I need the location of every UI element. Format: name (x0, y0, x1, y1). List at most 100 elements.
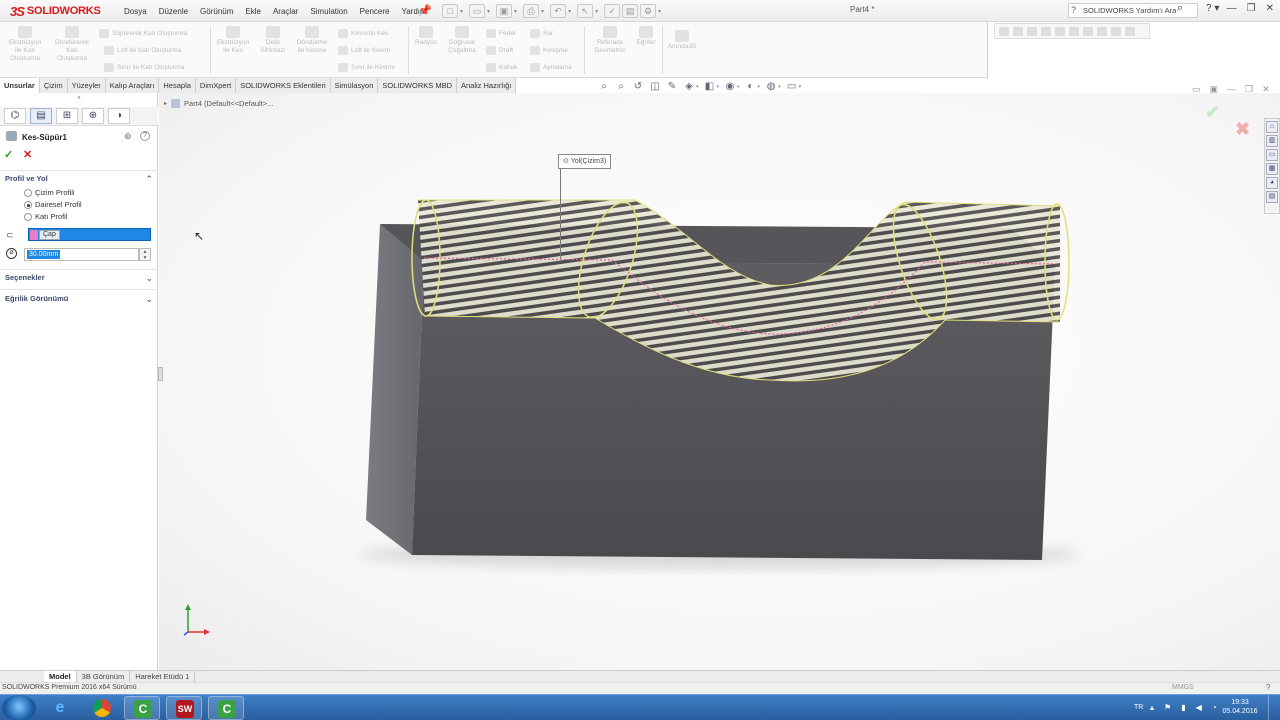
3d-model-view[interactable] (159, 93, 1280, 670)
menu-view[interactable]: Görünüm (194, 7, 239, 16)
view-settings-icon[interactable]: ▭ (786, 81, 798, 92)
draft-button[interactable]: Draft (486, 46, 513, 55)
feature-manager-tab-icon[interactable]: ⌬ (4, 108, 26, 124)
view-settings-dropdown-icon[interactable]: ▾ (799, 84, 802, 90)
revolve-boss-button[interactable]: Döndürerek Katı Oluşturma (50, 26, 94, 63)
network-icon[interactable]: ▮ (1181, 703, 1185, 712)
tab-model[interactable]: Model (44, 671, 77, 682)
ok-check-icon[interactable]: ✓ (4, 148, 13, 161)
section-view-icon[interactable]: ◫ (649, 81, 661, 92)
menu-tools[interactable]: Araçlar (267, 7, 304, 16)
tab-simulation[interactable]: Simülasyon (330, 78, 379, 93)
extrude-boss-button[interactable]: Ekstrüzyon ile Katı Oluşturma (4, 26, 46, 63)
search-icon[interactable]: ⌕ (1177, 2, 1183, 15)
diameter-spinner[interactable]: ▲ ▼ (139, 248, 151, 261)
feature-tree-breadcrumb[interactable]: ▸ Part4 (Default<<Default>... (164, 99, 273, 108)
open-dropdown-icon[interactable]: ▾ (487, 8, 490, 15)
scene-dropdown-icon[interactable]: ▾ (778, 84, 781, 90)
group-options[interactable]: Seçenekler ⌄ (5, 271, 155, 285)
rebuild-icon[interactable]: ✓ (604, 4, 621, 18)
mirror-button[interactable]: Aynalama (530, 63, 572, 72)
boundary-cut-button[interactable]: Sınır ile Kesme (338, 63, 395, 72)
units-indicator[interactable]: MMGS (1172, 684, 1194, 691)
undo-dropdown-icon[interactable]: ▾ (568, 8, 571, 15)
camtasia-taskbar-button[interactable]: C (124, 696, 160, 720)
menu-file[interactable]: Dosya (118, 7, 153, 16)
tool-icon[interactable] (1013, 26, 1023, 36)
cancel-x-icon[interactable]: ✕ (23, 148, 32, 161)
open-icon[interactable]: ▭ (469, 4, 486, 18)
fillet-button[interactable]: Radyüs (412, 26, 440, 47)
wrap-button[interactable]: Sar (530, 29, 553, 38)
dynamic-annotation-icon[interactable]: ✎ (666, 81, 678, 92)
tab-sketch[interactable]: Çizim (39, 78, 68, 93)
hole-wizard-button[interactable]: Delik Sihirbazı (255, 26, 291, 55)
undo-icon[interactable]: ↶ (550, 4, 567, 18)
status-help-icon[interactable]: ? (1266, 683, 1270, 692)
tool-icon[interactable] (1111, 26, 1121, 36)
hide-show-dropdown-icon[interactable]: ▾ (737, 84, 740, 90)
hide-show-items-icon[interactable]: ◉ (724, 81, 736, 92)
new-dropdown-icon[interactable]: ▾ (460, 8, 463, 15)
view-orientation-icon[interactable]: ◈ (683, 81, 695, 92)
options-gear-icon[interactable]: ⚙ (640, 4, 657, 18)
tool-icon[interactable] (1125, 26, 1135, 36)
show-desktop-button[interactable] (1268, 695, 1280, 720)
start-button-icon[interactable] (2, 695, 36, 720)
options-dropdown-icon[interactable]: ▾ (658, 8, 661, 15)
tab-dimxpert[interactable]: DimXpert (195, 78, 237, 93)
reference-geometry-button[interactable]: Referans Geometrisi (588, 26, 632, 55)
show-hidden-icons-icon[interactable]: ▴ (1150, 703, 1154, 712)
solidworks-taskbar-button[interactable]: SW (166, 696, 202, 720)
display-style-dropdown-icon[interactable]: ▾ (717, 84, 720, 90)
dimxpert-manager-tab-icon[interactable]: ⊕ (82, 108, 104, 124)
menu-edit[interactable]: Düzenle (153, 7, 194, 16)
tool-icon[interactable] (1055, 26, 1065, 36)
path-callout[interactable]: ⊙ Yol(Çizim3) (558, 154, 612, 169)
property-manager-tab-icon[interactable]: ▤ (30, 108, 52, 124)
tool-icon[interactable] (1069, 26, 1079, 36)
panel-splitter[interactable]: ● (0, 95, 158, 105)
confirmation-ok-icon[interactable]: ✔ (1205, 102, 1220, 123)
viewport-tile-icon[interactable]: ▣ (1210, 84, 1219, 95)
instant3d-button[interactable]: Anında3B (665, 30, 699, 51)
tab-addins[interactable]: SOLIDWORKS Eklentileri (236, 78, 331, 93)
pin-menu-icon[interactable]: 📌 (418, 4, 432, 17)
update-icon[interactable]: ◔ (1212, 703, 1217, 712)
restore-button[interactable]: ❐ (1247, 3, 1256, 14)
custom-properties-icon[interactable]: ▤ (1266, 191, 1278, 203)
swept-cut-button[interactable]: Kırınımlı Kes (338, 29, 388, 38)
menu-simulation[interactable]: Simulation (304, 7, 353, 16)
display-manager-tab-icon[interactable]: ◑ (108, 108, 130, 124)
help-icon[interactable]: ? ▾ (1206, 3, 1219, 14)
rib-button[interactable]: Feder (486, 29, 516, 38)
confirmation-cancel-icon[interactable]: ✖ (1235, 119, 1250, 140)
solidworks-logo[interactable]: 3S SOLIDWORKS (10, 2, 101, 20)
viewport-minimize-icon[interactable]: — (1227, 84, 1236, 95)
volume-icon[interactable]: ◀ (1196, 703, 1202, 712)
radio-solid-profile[interactable]: Katı Profil (24, 212, 68, 221)
viewport-close-icon[interactable]: ✕ (1262, 84, 1270, 95)
new-document-icon[interactable]: □ (442, 4, 458, 18)
diameter-input[interactable]: 30.00mm (24, 248, 139, 261)
viewport-collapse-icon[interactable]: ▭ (1192, 84, 1201, 95)
print-dropdown-icon[interactable]: ▾ (541, 8, 544, 15)
intersect-button[interactable]: Kesişme (530, 46, 568, 55)
display-style-icon[interactable]: ◧ (704, 81, 716, 92)
tab-3d-views[interactable]: 3B Görünüm (77, 671, 131, 682)
view-orientation-dropdown-icon[interactable]: ▾ (696, 84, 699, 90)
appearance-dropdown-icon[interactable]: ▾ (758, 84, 761, 90)
help-circle-icon[interactable]: ? (140, 131, 150, 141)
file-explorer-icon[interactable]: ▭ (1266, 149, 1278, 161)
print-icon[interactable]: ⎙ (523, 4, 540, 18)
tab-evaluate[interactable]: Hesapla (159, 78, 196, 93)
select-dropdown-icon[interactable]: ▾ (595, 8, 598, 15)
radio-circular-profile[interactable]: Dairesel Profil (24, 200, 82, 209)
save-icon[interactable]: ▣ (496, 4, 513, 18)
shell-button[interactable]: Kabuk (486, 63, 517, 72)
configuration-manager-tab-icon[interactable]: ⊞ (56, 108, 78, 124)
tab-mbd[interactable]: SOLIDWORKS MBD (378, 78, 457, 93)
zoom-to-area-icon[interactable]: ⌕ (615, 81, 627, 92)
loft-boss-button[interactable]: Loft ile Katı Oluşturma (104, 46, 181, 55)
radio-sketch-profile[interactable]: Çizim Profili (24, 188, 75, 197)
